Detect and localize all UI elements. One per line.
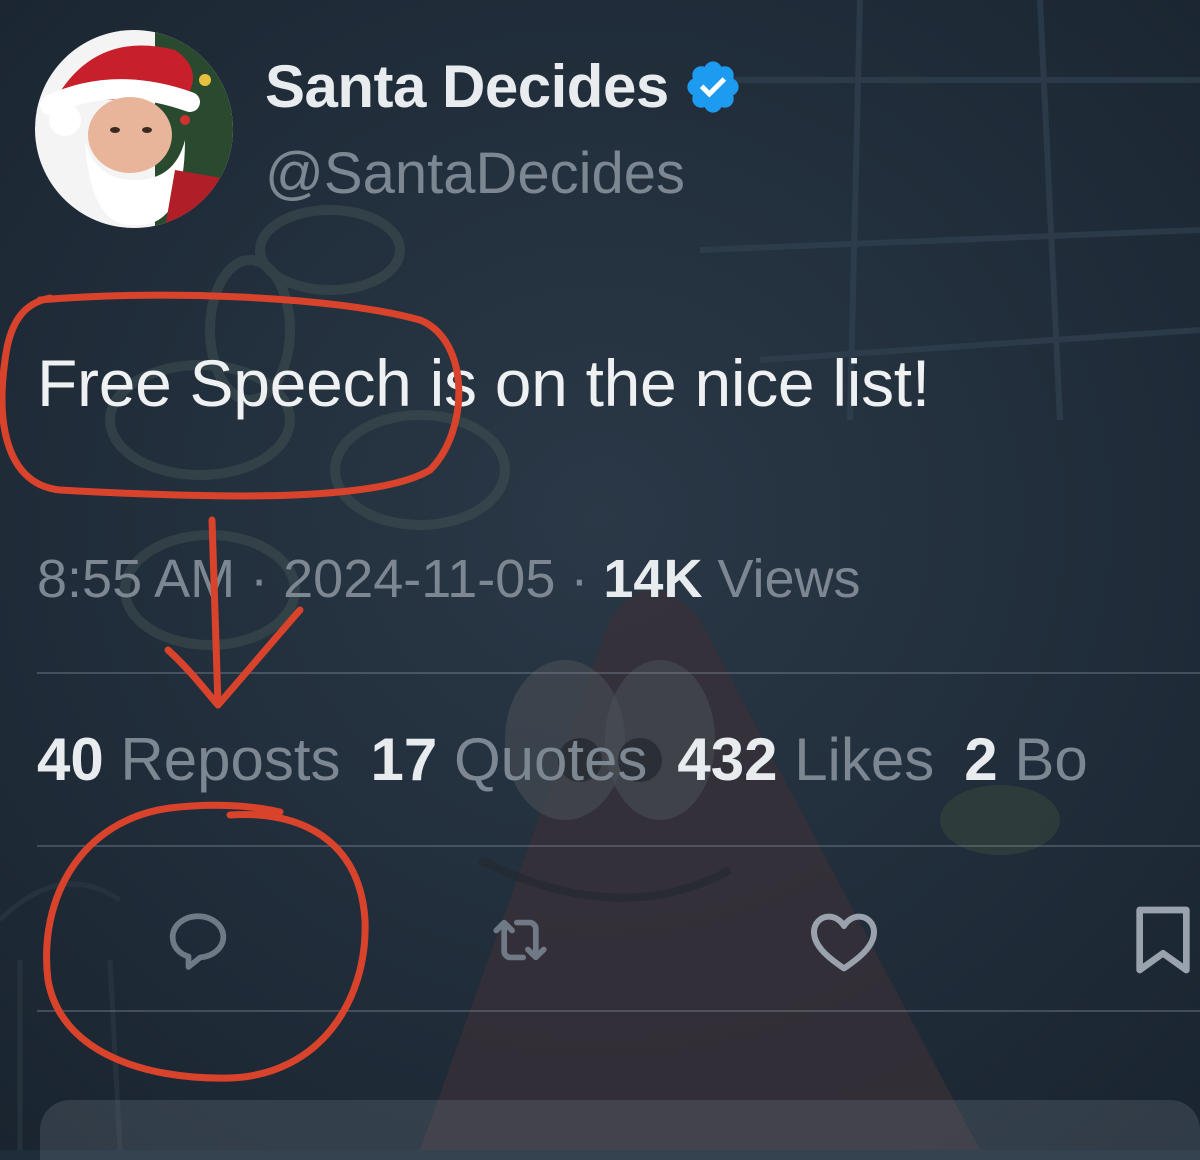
divider (37, 845, 1200, 847)
avatar[interactable] (35, 30, 233, 228)
repost-button[interactable] (480, 900, 560, 980)
santa-claus-avatar-icon (35, 30, 233, 228)
reply-composer-edge (40, 1100, 1200, 1160)
bookmark-button[interactable] (1126, 900, 1200, 980)
author-display-name[interactable]: Santa Decides (265, 52, 743, 121)
engagement-stats: 40 Reposts 17 Quotes 432 Likes 2 Bo (37, 725, 1118, 794)
like-button[interactable] (804, 900, 884, 980)
likes-stat[interactable]: 432 Likes (677, 726, 934, 793)
tweet-time[interactable]: 8:55 AM (37, 549, 235, 609)
meta-separator: · (250, 549, 269, 609)
reply-button[interactable] (158, 900, 238, 980)
reposts-count: 40 (37, 726, 104, 793)
likes-count: 432 (677, 726, 778, 793)
repost-icon (493, 919, 547, 961)
likes-label: Likes (794, 726, 935, 793)
verified-badge-icon[interactable] (683, 57, 743, 117)
views-count[interactable]: 14K (603, 549, 702, 609)
tweet-date[interactable]: 2024-11-05 (283, 549, 555, 609)
bookmarks-label: Bo (1014, 726, 1088, 793)
views-label[interactable]: Views (717, 549, 860, 609)
bookmark-icon (1136, 906, 1190, 974)
quotes-stat[interactable]: 17 Quotes (371, 726, 648, 793)
divider (37, 1010, 1200, 1012)
reposts-stat[interactable]: 40 Reposts (37, 726, 341, 793)
bookmarks-stat[interactable]: 2 Bo (964, 726, 1087, 793)
reposts-label: Reposts (120, 726, 341, 793)
reply-icon (169, 913, 227, 970)
quotes-count: 17 (370, 726, 438, 793)
meta-separator: · (570, 549, 589, 609)
bookmarks-count: 2 (964, 726, 998, 793)
display-name-text: Santa Decides (265, 53, 669, 120)
tweet-text: Free Speech is on the nice list! (37, 346, 930, 420)
quotes-label: Quotes (453, 726, 648, 793)
author-handle[interactable]: @SantaDecides (265, 140, 685, 207)
divider (37, 672, 1200, 674)
tweet-meta: 8:55 AM · 2024-11-05 · 14K Views (37, 548, 861, 610)
heart-icon (811, 913, 877, 972)
